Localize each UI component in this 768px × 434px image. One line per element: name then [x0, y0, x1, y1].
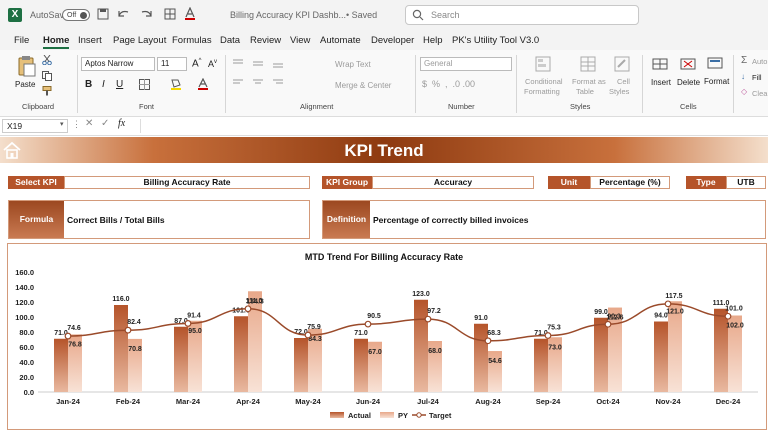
- data-label-target: 82.4: [127, 319, 141, 326]
- y-tick-label: 80.0: [19, 328, 34, 337]
- target-point: [544, 332, 552, 339]
- data-label-target: 91.4: [187, 312, 201, 319]
- data-label-py: 102.0: [726, 323, 744, 330]
- data-label-target: 90.5: [367, 313, 381, 320]
- bar-actual: [654, 321, 668, 392]
- target-point: [304, 331, 312, 339]
- y-tick-label: 100.0: [15, 313, 34, 322]
- target-point: [364, 320, 372, 328]
- x-tick-label: May-24: [295, 397, 321, 406]
- legend-swatch-py: [380, 412, 394, 418]
- data-label-actual: 91.0: [474, 315, 488, 322]
- bar-actual: [534, 338, 548, 392]
- bar-actual: [354, 338, 368, 392]
- data-label-target: 117.5: [665, 293, 682, 300]
- bar-actual: [114, 305, 128, 392]
- data-label-target: 75.9: [307, 324, 321, 331]
- x-tick-label: Nov-24: [655, 397, 681, 406]
- x-tick-label: Jan-24: [56, 397, 81, 406]
- target-point: [484, 337, 492, 345]
- legend-label-py: PY: [398, 411, 408, 420]
- y-tick-label: 160.0: [15, 268, 34, 277]
- data-label-target: 68.3: [487, 330, 501, 337]
- data-label-py: 70.8: [128, 346, 142, 353]
- y-tick-label: 140.0: [15, 283, 34, 292]
- x-tick-label: Jul-24: [417, 397, 440, 406]
- data-label-target: 101.0: [725, 305, 743, 312]
- target-point: [124, 326, 132, 334]
- mtd-trend-chart: 0.0 20.0 40.0 60.0 80.0 100.0 120.0 140.0 160.0 7…: [15, 268, 758, 420]
- data-label-actual: 123.0: [412, 291, 430, 298]
- data-label-target: 111.0: [246, 298, 263, 305]
- data-label-py: 73.0: [548, 344, 562, 351]
- bar-actual: [294, 338, 308, 392]
- y-tick-label: 0.0: [24, 388, 34, 397]
- bar-actual: [714, 308, 728, 392]
- legend-label-actual: Actual: [348, 411, 371, 420]
- x-tick-label: Aug-24: [475, 397, 501, 406]
- target-point: [64, 332, 72, 340]
- target-point: [244, 305, 252, 313]
- legend-label-target: Target: [429, 411, 452, 420]
- data-label-actual: 116.0: [112, 296, 129, 303]
- y-tick-label: 120.0: [15, 298, 34, 307]
- target-line: [67, 303, 729, 342]
- target-point: [424, 315, 432, 323]
- data-label-py: 68.0: [428, 348, 442, 355]
- bar-actual: [234, 316, 248, 392]
- data-label-target: 74.6: [67, 325, 81, 332]
- data-label-py: 67.0: [368, 349, 382, 356]
- data-label-target: 75.3: [547, 325, 561, 332]
- data-label-py: 95.0: [188, 328, 202, 335]
- x-tick-label: Dec-24: [716, 397, 741, 406]
- bar-actual: [474, 323, 488, 392]
- data-label-actual: 71.0: [354, 330, 368, 337]
- x-tick-label: Feb-24: [116, 397, 141, 406]
- bar-actual: [594, 317, 608, 392]
- data-label-target: 97.2: [427, 308, 441, 315]
- y-tick-label: 60.0: [19, 343, 34, 352]
- y-tick-label: 20.0: [19, 373, 34, 382]
- x-tick-label: Sep-24: [536, 397, 561, 406]
- data-label-target: 90.3: [607, 313, 621, 320]
- y-tick-label: 40.0: [19, 358, 34, 367]
- x-tick-label: Jun-24: [356, 397, 381, 406]
- target-point: [664, 300, 672, 308]
- legend-marker-target: [416, 412, 422, 418]
- x-tick-label: Apr-24: [236, 397, 261, 406]
- legend-swatch-actual: [330, 412, 344, 418]
- bar-actual: [414, 299, 428, 392]
- bar-actual: [54, 338, 68, 392]
- target-point: [604, 320, 612, 328]
- target-point: [724, 312, 732, 320]
- target-point: [184, 320, 192, 327]
- x-tick-label: Oct-24: [596, 397, 620, 406]
- data-label-py: 76.8: [68, 341, 82, 348]
- data-label-py: 121.0: [666, 308, 684, 315]
- bar-actual: [174, 326, 188, 392]
- x-tick-label: Mar-24: [176, 397, 201, 406]
- data-label-py: 54.6: [488, 358, 502, 365]
